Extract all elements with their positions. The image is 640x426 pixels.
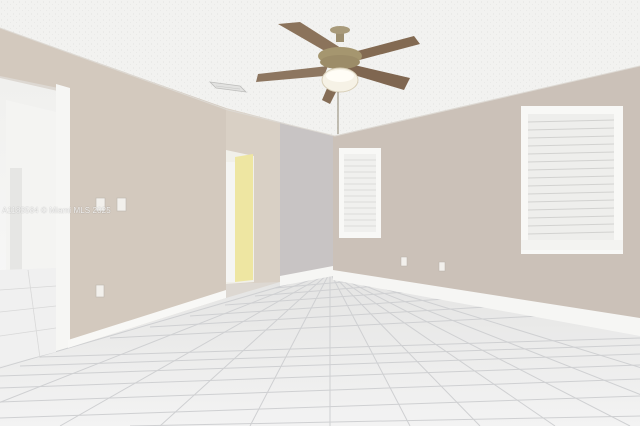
- wall-outlet-left: [95, 284, 105, 298]
- hall-floor: [0, 268, 56, 366]
- back-wall-pillar: [280, 122, 333, 282]
- door-frame: [56, 84, 70, 356]
- wall-outlet-right-2: [438, 261, 446, 272]
- light-switch-plate-2: [116, 197, 127, 212]
- hallway-door-trim: [226, 162, 235, 282]
- wall-outlet-right-1: [400, 256, 408, 267]
- watermark-text: A1183584 © Miami MLS 2025: [2, 206, 111, 215]
- hallway-yellow-wall: [235, 154, 253, 282]
- window-center: [339, 148, 381, 238]
- room-scene: A1183584 © Miami MLS 2025: [0, 0, 640, 426]
- hall-door: [10, 168, 22, 272]
- window-right: [521, 106, 623, 254]
